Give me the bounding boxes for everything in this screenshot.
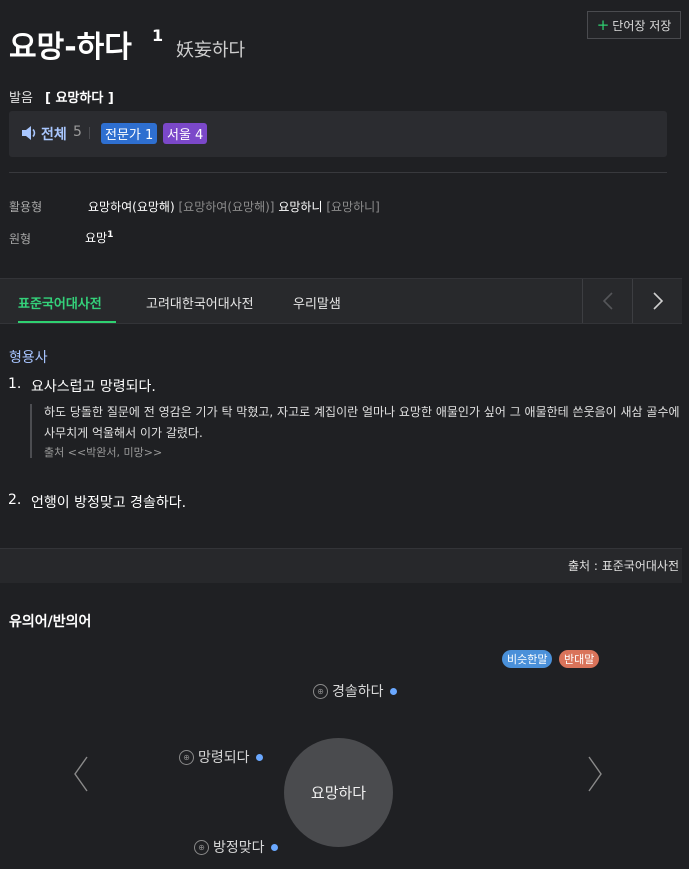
tab-urimalsaem[interactable]: 우리말샘 bbox=[293, 293, 341, 312]
example-quote-bar bbox=[30, 404, 32, 458]
example-sentence: 하도 당돌한 질문에 전 영감은 기가 탁 막혔고, 자고로 계집이란 얼마나 … bbox=[44, 405, 680, 440]
conjugation-pronunciation: [요망하여(요망해)] bbox=[178, 200, 275, 214]
conjugation-label: 활용형 bbox=[9, 200, 43, 214]
conjugation-form: 요망하니 bbox=[278, 200, 323, 214]
source-footer-text: 출처 : 표준국어대사전 bbox=[567, 559, 679, 573]
part-of-speech: 형용사 bbox=[9, 350, 48, 366]
entry-title: 요망-하다 bbox=[9, 30, 132, 65]
conjugation-form: 요망하여(요망해) bbox=[88, 200, 175, 214]
tab-standard-korean-dictionary[interactable]: 표준국어대사전 bbox=[18, 293, 102, 312]
entry-hanja: 妖妄하다 bbox=[176, 40, 246, 61]
related-word[interactable]: ⊕ 망령되다 bbox=[179, 747, 263, 767]
audio-seoul-badge[interactable]: 서울 4 bbox=[163, 123, 208, 144]
original-form-label: 원형 bbox=[9, 232, 32, 246]
chevron-right-icon[interactable] bbox=[586, 755, 604, 793]
example-source: 출처 <<박완서, 미망>> bbox=[44, 446, 163, 459]
original-form[interactable]: 요망1 bbox=[85, 229, 113, 246]
plus-icon: + bbox=[596, 15, 610, 34]
related-word-label: 방정맞다 bbox=[213, 840, 265, 856]
speaker-icon[interactable] bbox=[20, 124, 38, 142]
pronunciation-label: 발음 bbox=[9, 91, 33, 106]
related-word-label: 경솔하다 bbox=[332, 684, 384, 700]
dictionary-tab-bar bbox=[0, 278, 682, 324]
tab-next-button[interactable] bbox=[632, 279, 682, 323]
tab-prev-button[interactable] bbox=[582, 279, 632, 323]
tab-korea-university-dictionary[interactable]: 고려대한국어대사전 bbox=[146, 293, 254, 312]
link-icon: ⊕ bbox=[313, 683, 328, 699]
conjugation-pronunciation: [요망하니] bbox=[326, 200, 380, 214]
definition-number: 1. bbox=[8, 376, 22, 392]
entry-homonym-number: 1 bbox=[152, 26, 164, 45]
related-word[interactable]: ⊕ 방정맞다 bbox=[194, 837, 278, 857]
conjugation-forms: 요망하여(요망해) [요망하여(요망해)] 요망하니 [요망하니] bbox=[88, 198, 380, 215]
similar-dot bbox=[255, 753, 263, 761]
definition-text: 언행이 방정맞고 경솔하다. bbox=[31, 495, 187, 511]
original-form-value: 요망 bbox=[85, 231, 108, 245]
audio-expert-badge[interactable]: 전문가 1 bbox=[101, 123, 158, 144]
link-icon: ⊕ bbox=[194, 839, 209, 855]
chevron-left-icon[interactable] bbox=[72, 755, 90, 793]
divider bbox=[9, 172, 667, 173]
related-word[interactable]: ⊕ 경솔하다 bbox=[313, 681, 397, 701]
definition-text: 요사스럽고 망령되다. bbox=[31, 379, 156, 395]
legend-similar-badge: 비슷한말 bbox=[502, 650, 553, 668]
similar-dot bbox=[389, 687, 397, 695]
pronunciation-value: [ 요망하다 ] bbox=[45, 91, 114, 106]
save-to-wordbook-button[interactable]: + 단어장 저장 bbox=[587, 11, 681, 39]
chevron-left-icon bbox=[602, 292, 613, 310]
chevron-right-icon bbox=[652, 292, 663, 310]
center-word-circle: 요망하다 bbox=[284, 738, 393, 847]
divider bbox=[89, 127, 90, 139]
save-button-label: 단어장 저장 bbox=[612, 18, 672, 33]
synonym-antonym-title: 유의어/반의어 bbox=[9, 614, 92, 630]
definition-number: 2. bbox=[8, 492, 22, 508]
audio-all-count: 5 bbox=[73, 124, 82, 140]
link-icon: ⊕ bbox=[179, 749, 194, 765]
legend-opposite-badge: 반대말 bbox=[559, 650, 600, 668]
original-form-sup: 1 bbox=[107, 230, 114, 240]
audio-all-label[interactable]: 전체 bbox=[41, 124, 67, 144]
active-tab-indicator bbox=[18, 321, 116, 323]
similar-dot bbox=[270, 843, 278, 851]
related-word-label: 망령되다 bbox=[198, 750, 250, 766]
